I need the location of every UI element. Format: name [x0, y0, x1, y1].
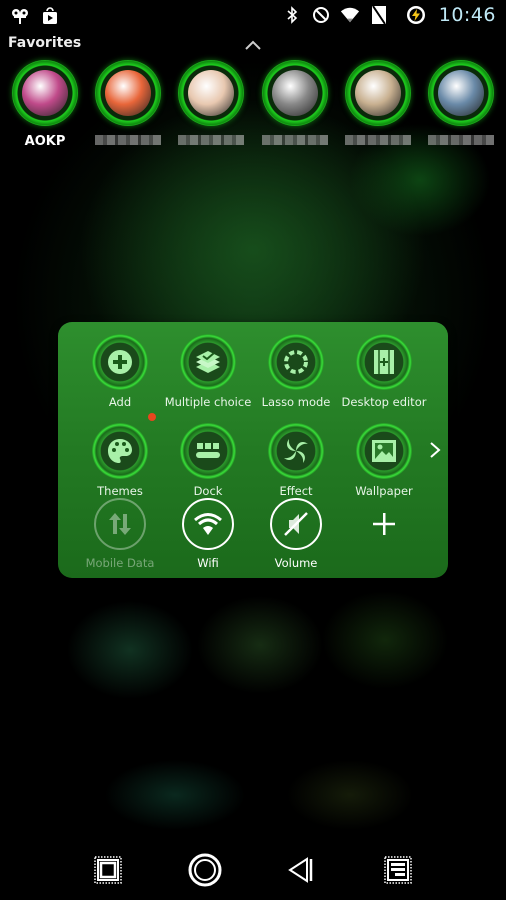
palette-icon — [92, 423, 148, 479]
add-toggle-button[interactable] — [340, 498, 428, 570]
tile-label: Wallpaper — [355, 484, 413, 498]
menu-tile-wallpaper[interactable]: Wallpaper — [340, 423, 428, 498]
chevron-right-icon[interactable] — [428, 440, 442, 460]
back-icon[interactable] — [283, 852, 319, 888]
toggle-label: Volume — [274, 556, 318, 570]
favorites-row: AOKP — [4, 60, 502, 150]
menu-tile-desktop-editor[interactable]: Desktop editor — [340, 334, 428, 409]
recent-apps-icon[interactable] — [90, 852, 126, 888]
blurred-label — [261, 135, 328, 145]
add-icon — [92, 334, 148, 390]
menu-grid: Add Multiple choice Lasso mode Desktop edit… — [76, 334, 428, 498]
navigation-bar — [0, 840, 506, 900]
avatar-ring — [178, 60, 245, 126]
play-store-icon — [40, 6, 60, 26]
wifi-icon — [340, 5, 360, 25]
wifi-icon — [182, 498, 234, 550]
quick-toggles: Mobile Data Wifi Volume — [76, 498, 428, 570]
clock: 10:46 — [438, 4, 496, 26]
avatar — [437, 70, 484, 116]
tile-label: Lasso mode — [261, 395, 331, 409]
toggle-mobile-data[interactable]: Mobile Data — [76, 498, 164, 570]
menu-icon[interactable] — [380, 852, 416, 888]
favorite-contact[interactable] — [170, 60, 252, 150]
toggle-wifi[interactable]: Wifi — [164, 498, 252, 570]
volume-muted-icon — [270, 498, 322, 550]
home-icon[interactable] — [187, 852, 223, 888]
wallpaper-image-icon — [356, 423, 412, 479]
favorites-title: Favorites — [8, 35, 82, 51]
plus-icon — [358, 498, 410, 550]
blurred-label — [344, 135, 411, 145]
status-bar: 10:46 — [0, 0, 506, 32]
menu-tile-themes[interactable]: Themes — [76, 423, 164, 498]
avatar — [271, 70, 318, 116]
blurred-label — [427, 135, 494, 145]
toggle-label: Mobile Data — [85, 556, 155, 570]
favorite-contact[interactable] — [420, 60, 502, 150]
avatar — [354, 70, 401, 116]
avatar-ring — [12, 60, 78, 126]
bluetooth-icon — [282, 5, 302, 25]
favorite-contact[interactable] — [87, 60, 169, 150]
favorite-contact[interactable] — [254, 60, 336, 150]
toggle-label: Wifi — [197, 556, 219, 570]
cyanogen-mascot-icon — [10, 6, 30, 26]
battery-charging-icon — [406, 5, 426, 25]
tile-label: Effect — [279, 484, 313, 498]
layers-check-icon — [180, 334, 236, 390]
no-sim-icon — [369, 5, 389, 25]
toggle-volume[interactable]: Volume — [252, 498, 340, 570]
favorite-contact[interactable]: AOKP — [4, 60, 86, 150]
collapse-caret-icon[interactable] — [244, 40, 262, 50]
favorite-label: AOKP — [24, 134, 66, 149]
menu-tile-lasso-mode[interactable]: Lasso mode — [252, 334, 340, 409]
avatar-ring — [344, 60, 411, 126]
menu-tile-dock[interactable]: Dock — [164, 423, 252, 498]
avatar-ring — [427, 60, 494, 126]
avatar — [105, 70, 152, 116]
do-not-disturb-icon — [311, 5, 331, 25]
tile-label: Desktop editor — [341, 395, 427, 409]
tile-label: Multiple choice — [164, 395, 252, 409]
effect-swirl-icon — [268, 423, 324, 479]
menu-tile-add[interactable]: Add — [76, 334, 164, 409]
favorite-contact[interactable] — [337, 60, 419, 150]
tile-label: Dock — [193, 484, 223, 498]
blurred-label — [95, 135, 162, 145]
dock-icon — [180, 423, 236, 479]
lasso-icon — [268, 334, 324, 390]
tile-label: Add — [108, 395, 132, 409]
tile-label: Themes — [97, 484, 143, 498]
menu-tile-multiple-choice[interactable]: Multiple choice — [164, 334, 252, 409]
desktop-editor-icon — [356, 334, 412, 390]
avatar-ring — [261, 60, 328, 126]
blurred-label — [178, 135, 245, 145]
avatar — [22, 70, 68, 116]
avatar-ring — [95, 60, 162, 126]
avatar — [188, 70, 235, 116]
mobile-data-icon — [94, 498, 146, 550]
quick-menu-panel: Add Multiple choice Lasso mode Desktop edit… — [58, 322, 448, 578]
notification-dot — [148, 413, 156, 421]
menu-tile-effect[interactable]: Effect — [252, 423, 340, 498]
